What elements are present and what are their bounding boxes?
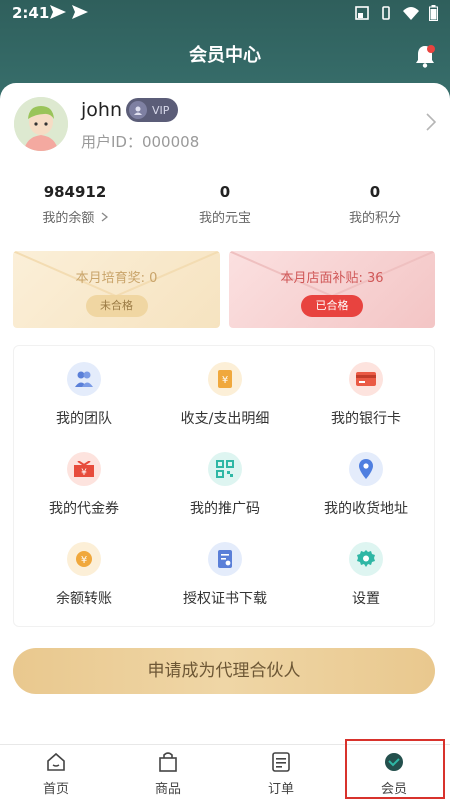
ledger-icon: ¥ [208, 362, 242, 396]
tab-orders[interactable]: 订单 [225, 745, 337, 800]
stat-points[interactable]: 0 我的积分 [300, 183, 450, 226]
yuanbao-value: 0 [219, 183, 231, 201]
menu-grid: 我的团队 ¥ 收支/支出明细 我的银行卡 ¥ 我的代金券 我的推广码 我的收货地… [13, 345, 435, 627]
vibrate-icon [382, 6, 390, 20]
tab-member[interactable]: 会员 [338, 745, 450, 800]
menu-label: 收支/支出明细 [180, 411, 270, 427]
svg-text:¥: ¥ [81, 555, 87, 566]
avatar-image [14, 97, 68, 151]
page-title: 会员中心 [189, 45, 261, 66]
store-subsidy-award-card[interactable]: 本月店面补贴: 36 已合格 [229, 251, 435, 328]
menu-item-voucher[interactable]: ¥ 我的代金券 [14, 436, 154, 526]
menu-label: 设置 [352, 591, 380, 607]
send-icon [72, 5, 88, 19]
menu-label: 授权证书下载 [183, 591, 267, 607]
user-id: 用户ID：000008 [81, 133, 200, 151]
vip-badge: VIP [126, 98, 178, 122]
location-icon [349, 452, 383, 486]
menu-label: 我的团队 [56, 411, 112, 427]
avatar[interactable] [14, 97, 68, 151]
menu-item-certificate[interactable]: 授权证书下载 [155, 526, 295, 616]
training-award-status: 未合格 [85, 295, 148, 317]
cast-icon [355, 6, 369, 20]
menu-item-address[interactable]: 我的收货地址 [296, 436, 436, 526]
yuanbao-label: 我的元宝 [198, 211, 251, 226]
member-card: john VIP 用户ID：000008 984912 我的余额 0 我的元宝 … [0, 83, 450, 753]
title-bar: 会员中心 [0, 36, 450, 76]
order-icon [272, 752, 290, 772]
menu-item-ledger[interactable]: ¥ 收支/支出明细 [155, 346, 295, 436]
send-icon [50, 5, 66, 19]
chevron-right-icon [101, 212, 108, 222]
voucher-icon: ¥ [67, 452, 101, 486]
menu-label: 我的代金券 [49, 501, 119, 517]
points-value: 0 [369, 183, 381, 201]
member-icon [385, 753, 403, 771]
menu-item-bank-card[interactable]: 我的银行卡 [296, 346, 436, 436]
apply-partner-button[interactable]: 申请成为代理合伙人 [13, 648, 435, 694]
monthly-training-award-card[interactable]: 本月培育奖: 0 未合格 [13, 251, 220, 328]
balance-value: 984912 [43, 183, 107, 201]
bag-icon [159, 752, 177, 772]
menu-item-transfer[interactable]: ¥ 余额转账 [14, 526, 154, 616]
home-icon [47, 752, 65, 771]
menu-label: 我的推广码 [190, 501, 260, 517]
status-time: 2:41 [12, 4, 50, 22]
bank-card-icon [349, 362, 383, 396]
qr-code-icon [208, 452, 242, 486]
menu-label: 我的银行卡 [331, 411, 401, 427]
vip-crown-icon [129, 101, 147, 119]
tab-products[interactable]: 商品 [112, 745, 224, 800]
username: john [81, 99, 122, 121]
menu-item-team[interactable]: 我的团队 [14, 346, 154, 436]
menu-item-qr-code[interactable]: 我的推广码 [155, 436, 295, 526]
training-award-title: 本月培育奖: 0 [75, 271, 158, 286]
store-subsidy-title: 本月店面补贴: 36 [280, 271, 384, 286]
tab-label: 订单 [267, 782, 294, 797]
certificate-icon [208, 542, 242, 576]
balance-label: 我的余额 [42, 211, 95, 226]
system-icons [355, 5, 438, 21]
yen-coin-icon: ¥ [67, 542, 101, 576]
vip-label: VIP [152, 103, 170, 117]
gear-icon [349, 542, 383, 576]
stat-balance[interactable]: 984912 我的余额 [0, 183, 150, 226]
bottom-tab-bar: 首页 商品 订单 会员 [0, 744, 450, 800]
tab-label: 商品 [154, 782, 181, 797]
menu-label: 我的收货地址 [324, 501, 408, 517]
tab-label: 首页 [42, 782, 69, 797]
svg-text:¥: ¥ [222, 375, 228, 386]
store-subsidy-status: 已合格 [301, 295, 363, 317]
status-bar: 2:41 [0, 0, 450, 28]
team-icon [67, 362, 101, 396]
tab-label: 会员 [380, 782, 407, 797]
menu-item-settings[interactable]: 设置 [296, 526, 436, 616]
points-label: 我的积分 [348, 211, 401, 226]
chevron-right-icon[interactable] [426, 113, 436, 131]
notification-icons [50, 5, 88, 19]
stat-yuanbao[interactable]: 0 我的元宝 [150, 183, 300, 226]
bell-icon[interactable] [414, 44, 436, 68]
tab-home[interactable]: 首页 [0, 745, 112, 800]
stats-row: 984912 我的余额 0 我的元宝 0 我的积分 [0, 183, 450, 233]
battery-icon [429, 5, 438, 21]
wifi-icon [403, 7, 419, 20]
svg-text:¥: ¥ [81, 468, 87, 477]
menu-label: 余额转账 [56, 591, 112, 607]
